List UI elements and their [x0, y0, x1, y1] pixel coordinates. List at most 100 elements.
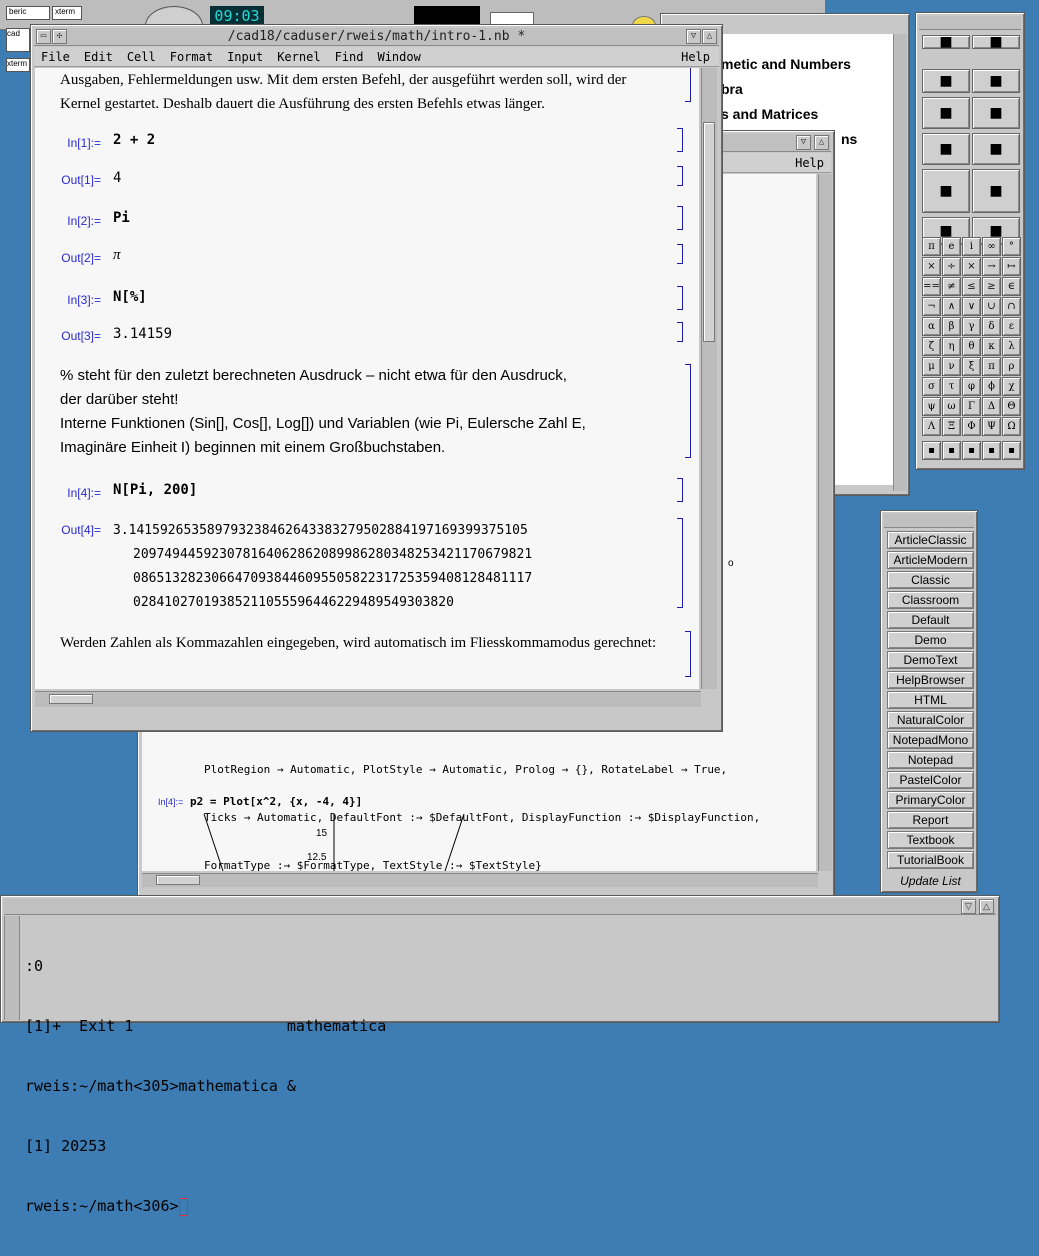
- palette-symbol-button[interactable]: β: [942, 317, 961, 336]
- palette-symbol-button[interactable]: Ω: [1002, 417, 1021, 436]
- update-list-button[interactable]: Update List: [887, 872, 974, 890]
- palette-template-button[interactable]: ■: [922, 169, 970, 213]
- palette-symbol-button[interactable]: ∨: [962, 297, 981, 316]
- palette-selection-button[interactable]: ▪: [982, 441, 1001, 460]
- palette-symbol-button[interactable]: →: [982, 257, 1001, 276]
- cell-bracket[interactable]: [677, 518, 683, 608]
- palette-symbol-button[interactable]: ∞: [982, 237, 1001, 256]
- style-sheet-button[interactable]: Classroom: [887, 591, 974, 609]
- style-sheet-button[interactable]: HTML: [887, 691, 974, 709]
- palette-symbol-button[interactable]: ==: [922, 277, 941, 296]
- input-cell[interactable]: N[%]: [113, 289, 147, 305]
- menu-cell[interactable]: Cell: [120, 47, 163, 67]
- palette-symbol-button[interactable]: ξ: [962, 357, 981, 376]
- taskbar-icon-beric[interactable]: beric: [6, 6, 50, 20]
- palette-symbol-button[interactable]: σ: [922, 377, 941, 396]
- cell-bracket[interactable]: [685, 364, 691, 458]
- palette-symbol-button[interactable]: θ: [962, 337, 981, 356]
- minimize-icon[interactable]: ▽: [961, 899, 976, 914]
- palette-symbol-button[interactable]: ∈: [1002, 277, 1021, 296]
- cell-bracket[interactable]: [677, 244, 683, 264]
- cell-bracket[interactable]: [677, 322, 683, 342]
- maximize-icon[interactable]: △: [702, 29, 717, 44]
- palette-titlebar[interactable]: [919, 16, 1021, 30]
- palette-symbol-button[interactable]: ν: [942, 357, 961, 376]
- taskbar-icon-xterm2[interactable]: xterm: [6, 58, 30, 72]
- palette-symbol-button[interactable]: Λ: [922, 417, 941, 436]
- palette-template-button[interactable]: ■: [972, 35, 1020, 49]
- palette-symbol-button[interactable]: Ψ: [982, 417, 1001, 436]
- main-hscroll[interactable]: [35, 691, 701, 707]
- palette-symbol-button[interactable]: e: [942, 237, 961, 256]
- palette-symbol-button[interactable]: ψ: [922, 397, 941, 416]
- palette-symbol-button[interactable]: ≠: [942, 277, 961, 296]
- minimize-icon[interactable]: ▽: [796, 135, 811, 150]
- style-sheet-button[interactable]: Notepad: [887, 751, 974, 769]
- palette-symbol-button[interactable]: Θ: [1002, 397, 1021, 416]
- palette-symbol-button[interactable]: ϕ: [982, 377, 1001, 396]
- style-sheet-button[interactable]: NotepadMono: [887, 731, 974, 749]
- palette-symbol-button[interactable]: ∩: [1002, 297, 1021, 316]
- input-cell[interactable]: N[Pi, 200]: [113, 482, 197, 498]
- styles-titlebar[interactable]: [884, 514, 974, 528]
- menu-kernel[interactable]: Kernel: [270, 47, 327, 67]
- minimize-icon[interactable]: ▽: [686, 29, 701, 44]
- palette-symbol-button[interactable]: π: [922, 237, 941, 256]
- palette-symbol-button[interactable]: ω: [942, 397, 961, 416]
- help-browser-scrollbar[interactable]: [893, 34, 907, 491]
- palette-symbol-button[interactable]: i: [962, 237, 981, 256]
- style-sheet-button[interactable]: Default: [887, 611, 974, 629]
- palette-template-button[interactable]: ■: [972, 169, 1020, 213]
- style-sheet-button[interactable]: DemoText: [887, 651, 974, 669]
- main-window-titlebar[interactable]: ▭ ✣ /cad18/caduser/rweis/math/intro-1.nb…: [34, 28, 719, 46]
- style-sheet-button[interactable]: ArticleModern: [887, 551, 974, 569]
- terminal-cursor[interactable]: [178, 1197, 188, 1216]
- palette-template-button[interactable]: ■: [922, 69, 970, 93]
- cell-bracket[interactable]: [677, 166, 683, 186]
- palette-symbol-button[interactable]: α: [922, 317, 941, 336]
- help-menu[interactable]: Help: [788, 153, 831, 173]
- palette-template-button[interactable]: ■: [972, 97, 1020, 129]
- palette-template-button[interactable]: ■: [922, 133, 970, 165]
- second-window-vscroll[interactable]: [818, 174, 832, 871]
- style-sheet-button[interactable]: Report: [887, 811, 974, 829]
- palette-symbol-button[interactable]: ×: [922, 257, 941, 276]
- main-vscroll[interactable]: [701, 68, 717, 689]
- help-topic[interactable]: metic and Numbers: [721, 52, 857, 77]
- palette-symbol-button[interactable]: ρ: [1002, 357, 1021, 376]
- style-sheet-button[interactable]: Textbook: [887, 831, 974, 849]
- palette-template-button[interactable]: ■: [972, 69, 1020, 93]
- menu-edit[interactable]: Edit: [77, 47, 120, 67]
- palette-symbol-button[interactable]: ×: [962, 257, 981, 276]
- palette-symbol-button[interactable]: ¬: [922, 297, 941, 316]
- plot-input[interactable]: p2 = Plot[x^2, {x, -4, 4}]: [190, 795, 362, 808]
- help-topic[interactable]: bra: [721, 77, 857, 102]
- palette-symbol-button[interactable]: Ξ: [942, 417, 961, 436]
- palette-symbol-button[interactable]: ∧: [942, 297, 961, 316]
- style-sheet-button[interactable]: PrimaryColor: [887, 791, 974, 809]
- maximize-icon[interactable]: △: [979, 899, 994, 914]
- palette-symbol-button[interactable]: μ: [922, 357, 941, 376]
- palette-symbol-button[interactable]: ≤: [962, 277, 981, 296]
- palette-symbol-button[interactable]: η: [942, 337, 961, 356]
- cell-bracket[interactable]: [685, 68, 691, 102]
- palette-template-button[interactable]: ■: [922, 35, 970, 49]
- cell-bracket[interactable]: [677, 478, 683, 502]
- cell-bracket[interactable]: [677, 206, 683, 230]
- terminal-titlebar[interactable]: ▽ △: [4, 899, 996, 915]
- palette-symbol-button[interactable]: °: [1002, 237, 1021, 256]
- taskbar-icon-xterm[interactable]: xterm: [52, 6, 82, 20]
- palette-symbol-button[interactable]: Δ: [982, 397, 1001, 416]
- menu-help[interactable]: Help: [674, 47, 717, 67]
- stick-icon[interactable]: ✣: [52, 29, 67, 44]
- palette-symbol-button[interactable]: ↦: [1002, 257, 1021, 276]
- palette-symbol-button[interactable]: ∪: [982, 297, 1001, 316]
- window-menu-icon[interactable]: ▭: [36, 29, 51, 44]
- style-sheet-button[interactable]: Demo: [887, 631, 974, 649]
- palette-symbol-button[interactable]: ε: [1002, 317, 1021, 336]
- menu-find[interactable]: Find: [328, 47, 371, 67]
- help-topic[interactable]: s and Matrices: [721, 102, 857, 127]
- maximize-icon[interactable]: △: [814, 135, 829, 150]
- cell-bracket[interactable]: [677, 128, 683, 152]
- palette-symbol-button[interactable]: γ: [962, 317, 981, 336]
